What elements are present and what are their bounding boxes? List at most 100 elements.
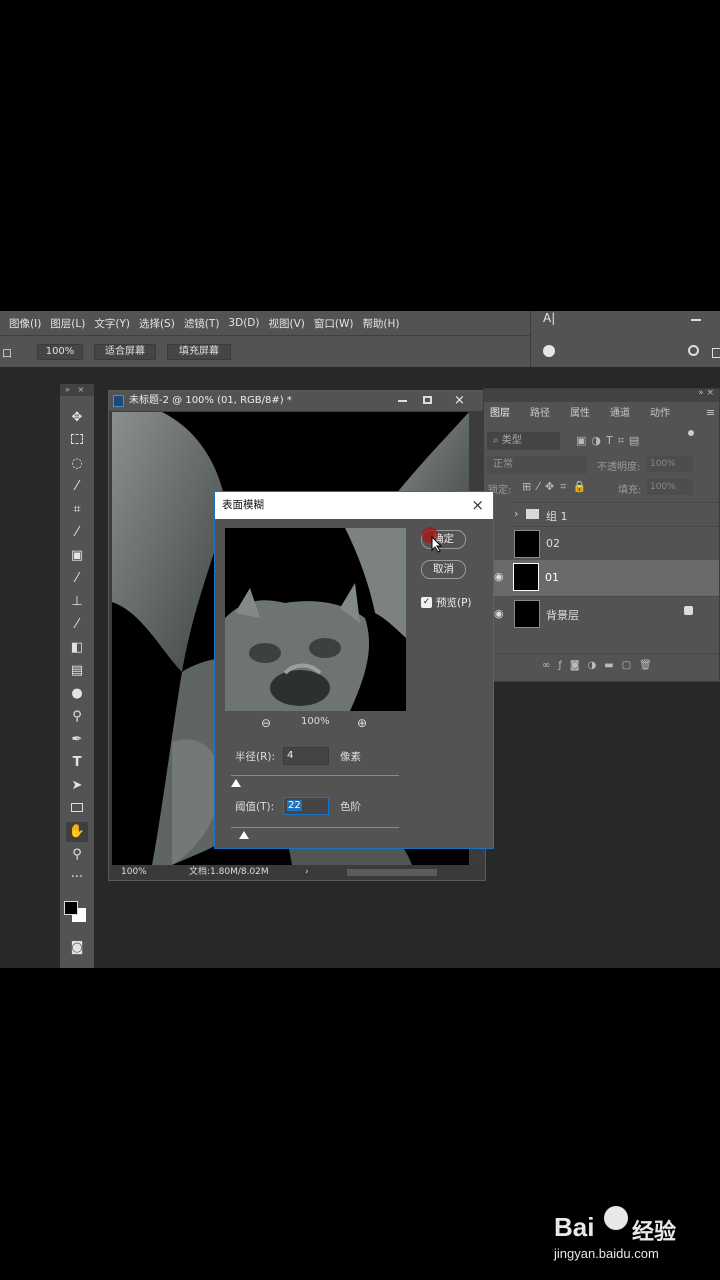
blur-tool-icon[interactable]: ● — [66, 684, 88, 704]
doc-close-icon[interactable]: × — [454, 391, 465, 411]
watermark-url: jingyan.baidu.com — [554, 1246, 659, 1261]
tab-channels[interactable]: 通道 — [610, 403, 630, 425]
doc-minimize-icon[interactable] — [398, 400, 407, 402]
eyedropper-tool-icon[interactable]: ⁄ — [66, 523, 88, 543]
fill-screen-button[interactable]: 填充屏幕 — [167, 344, 231, 360]
layer-thumbnail — [513, 563, 539, 591]
menu-select[interactable]: 选择(S) — [139, 316, 175, 331]
panel-close-icon[interactable]: » × — [698, 388, 714, 398]
lasso-tool-icon[interactable]: ◌ — [66, 454, 88, 474]
doc-maximize-icon[interactable] — [423, 396, 432, 404]
tab-paths[interactable]: 路径 — [530, 403, 550, 425]
adjustments-icon[interactable] — [543, 345, 555, 357]
move-tool-icon[interactable]: ✥ — [66, 408, 88, 428]
type-tool-icon[interactable]: T — [66, 753, 88, 773]
opacity-label: 不透明度: — [597, 462, 641, 473]
visibility-eye-icon[interactable]: ◉ — [494, 607, 504, 620]
search-icon[interactable] — [688, 345, 699, 356]
menu-type[interactable]: 文字(Y) — [94, 316, 130, 331]
brush-tool-icon[interactable]: ⁄ — [66, 569, 88, 589]
zoom-in-icon[interactable]: ⊕ — [357, 716, 367, 730]
layers-panel: » × 图层 路径 属性 通道 动作 ≡ ⌕ 类型 ▣◑T⌗▤ 正常 不透明度:… — [483, 388, 720, 682]
dialog-title-bar[interactable]: 表面模糊 × — [215, 492, 493, 519]
gradient-tool-icon[interactable]: ▤ — [66, 661, 88, 681]
threshold-slider-thumb[interactable] — [239, 831, 250, 839]
layers-panel-header[interactable]: » × — [484, 388, 719, 402]
toolbox-header[interactable]: » × — [60, 384, 94, 396]
foreground-color-swatch[interactable] — [64, 901, 78, 915]
threshold-unit: 色阶 — [340, 801, 361, 813]
history-brush-tool-icon[interactable]: ⁄ — [66, 615, 88, 635]
layer-thumbnail — [514, 530, 540, 558]
eraser-tool-icon[interactable]: ◧ — [66, 638, 88, 658]
radius-input[interactable]: 4 — [283, 747, 329, 765]
threshold-input[interactable]: 22 — [283, 797, 329, 815]
zoom-out-icon[interactable]: ⊖ — [261, 716, 271, 730]
radius-slider-thumb[interactable] — [231, 779, 242, 787]
lock-icons[interactable]: ⊞⁄✥⌗🔒 — [522, 480, 592, 494]
panel-menu-icon[interactable]: ≡ — [706, 406, 715, 419]
character-panel-icon[interactable]: A| — [543, 311, 557, 325]
layer-row-group[interactable]: › 组 1 — [514, 502, 720, 526]
visibility-eye-icon[interactable]: ◉ — [494, 570, 504, 583]
path-selection-tool-icon[interactable]: ➤ — [66, 776, 88, 796]
magic-wand-tool-icon[interactable]: ⁄ — [66, 477, 88, 497]
quick-mask-icon[interactable]: ◙ — [66, 938, 88, 958]
menu-image[interactable]: 图像(I) — [9, 316, 41, 331]
fit-screen-button[interactable]: 适合屏幕 — [94, 344, 156, 360]
preview-checkbox[interactable]: ✓ — [421, 597, 432, 608]
healing-brush-tool-icon[interactable]: ▣ — [66, 546, 88, 566]
group-expand-icon[interactable]: › — [514, 507, 518, 520]
rectangle-tool-icon[interactable] — [66, 799, 88, 819]
tab-layers[interactable]: 图层 — [484, 403, 520, 425]
menu-window[interactable]: 窗口(W) — [314, 316, 354, 331]
filter-icons[interactable]: ▣◑T⌗▤ — [576, 434, 644, 448]
mouse-cursor-icon — [431, 536, 443, 553]
menu-layer[interactable]: 图层(L) — [50, 316, 85, 331]
right-top-bar: A| — [530, 311, 720, 367]
document-tab[interactable]: 未标题-2 @ 100% (01, RGB/8#) * × — [109, 391, 485, 411]
opacity-field[interactable]: 100% — [647, 456, 693, 472]
status-arrow-icon[interactable]: › — [305, 865, 309, 880]
layer-row-01-selected[interactable]: ◉ 01 — [484, 560, 719, 596]
tab-actions[interactable]: 动作 — [650, 403, 670, 425]
toolbox: » × ✥ ◌ ⁄ ⌗ ⁄ ▣ ⁄ ⊥ ⁄ ◧ ▤ ● ⚲ ✒ T ➤ ✋ ⚲ … — [60, 384, 94, 968]
more-tools-icon[interactable]: ··· — [66, 868, 88, 888]
zoom-tool-icon[interactable]: ⚲ — [66, 845, 88, 865]
menu-bar: 图像(I) 图层(L) 文字(Y) 选择(S) 滤镜(T) 3D(D) 视图(V… — [0, 311, 530, 335]
document-title: 未标题-2 @ 100% (01, RGB/8#) * — [129, 395, 292, 406]
pen-tool-icon[interactable]: ✒ — [66, 730, 88, 750]
minimize-icon[interactable] — [691, 319, 701, 321]
tab-properties[interactable]: 属性 — [570, 403, 590, 425]
clone-stamp-tool-icon[interactable]: ⊥ — [66, 592, 88, 612]
workspace-icon[interactable] — [712, 348, 720, 358]
layer-row-background[interactable]: ◉ 背景层 — [494, 596, 720, 630]
menu-help[interactable]: 帮助(H) — [362, 316, 399, 331]
layer-footer-icons[interactable]: ∞ƒ◙◑▬▢🗑 — [542, 660, 660, 671]
dialog-close-icon[interactable]: × — [471, 492, 484, 519]
layers-footer: ∞ƒ◙◑▬▢🗑 — [484, 653, 719, 681]
menu-3d[interactable]: 3D(D) — [228, 317, 259, 329]
crop-tool-icon[interactable]: ⌗ — [66, 500, 88, 520]
threshold-value-selected: 22 — [287, 800, 302, 811]
cancel-button[interactable]: 取消 — [421, 560, 466, 579]
kind-filter-select[interactable]: ⌕ 类型 — [487, 432, 560, 450]
menu-filter[interactable]: 滤镜(T) — [184, 316, 220, 331]
zoom-field[interactable]: 100% — [37, 344, 83, 360]
threshold-slider-track[interactable] — [231, 827, 399, 828]
blend-mode-select[interactable]: 正常 — [487, 456, 587, 474]
hand-tool-icon[interactable]: ✋ — [66, 822, 88, 842]
filter-preview[interactable] — [225, 528, 406, 711]
layer-row-02[interactable]: 02 — [514, 526, 720, 560]
radius-slider-track[interactable] — [231, 775, 399, 776]
document-status-bar: 100% 文档:1.80M/8.02M › — [109, 865, 485, 880]
status-zoom: 100% — [121, 867, 147, 877]
horizontal-scrollbar[interactable] — [347, 869, 437, 876]
layer-thumbnail — [514, 600, 540, 628]
dodge-tool-icon[interactable]: ⚲ — [66, 707, 88, 727]
search-icon: ⌕ — [493, 435, 499, 446]
fill-field[interactable]: 100% — [647, 479, 693, 495]
marquee-tool-icon[interactable] — [66, 431, 88, 451]
menu-view[interactable]: 视图(V) — [268, 316, 304, 331]
filter-toggle-icon[interactable] — [688, 430, 694, 436]
